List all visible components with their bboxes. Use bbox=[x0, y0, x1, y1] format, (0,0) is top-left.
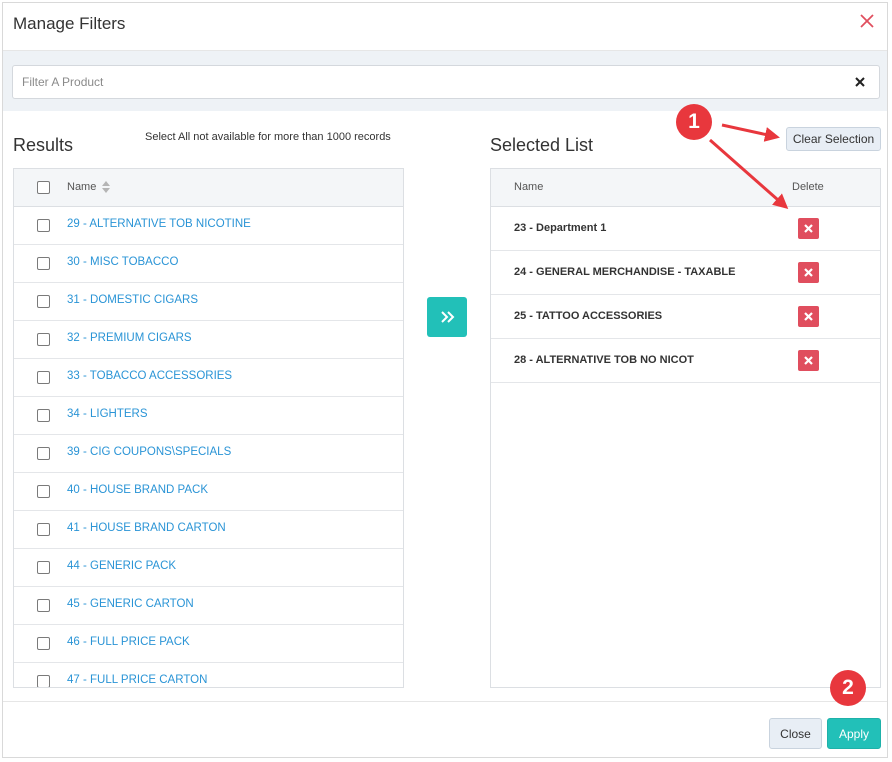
table-row: 32 - PREMIUM CIGARS bbox=[14, 321, 403, 359]
results-table: Name 29 - ALTERNATIVE TOB NICOTINE 30 - M… bbox=[13, 168, 404, 688]
selected-item-name: 25 - TATTOO ACCESSORIES bbox=[514, 310, 663, 322]
result-link[interactable]: 31 - DOMESTIC CIGARS bbox=[67, 294, 198, 306]
manage-filters-dialog: Manage Filters Results Select All not av… bbox=[2, 2, 888, 758]
result-link[interactable]: 33 - TOBACCO ACCESSORIES bbox=[67, 370, 232, 382]
result-link[interactable]: 45 - GENERIC CARTON bbox=[67, 598, 194, 610]
selected-item-name: 23 - Department 1 bbox=[514, 222, 607, 234]
result-link[interactable]: 39 - CIG COUPONS\SPECIALS bbox=[67, 446, 231, 458]
clear-selection-button[interactable]: Clear Selection bbox=[786, 127, 881, 151]
row-checkbox[interactable] bbox=[37, 675, 50, 687]
filter-product-input[interactable] bbox=[13, 66, 843, 98]
results-title: Results bbox=[13, 135, 74, 155]
result-link[interactable]: 41 - HOUSE BRAND CARTON bbox=[67, 522, 226, 534]
close-icon[interactable] bbox=[857, 11, 877, 31]
row-checkbox[interactable] bbox=[37, 333, 50, 346]
table-row: 41 - HOUSE BRAND CARTON bbox=[14, 511, 403, 549]
selected-list: 23 - Department 1 24 - GENERAL MERCHANDIS… bbox=[491, 207, 880, 383]
selected-row: 25 - TATTOO ACCESSORIES bbox=[491, 295, 880, 339]
delete-x-icon bbox=[804, 312, 813, 321]
row-checkbox[interactable] bbox=[37, 219, 50, 232]
selected-row: 24 - GENERAL MERCHANDISE - TAXABLE bbox=[491, 251, 880, 295]
result-link[interactable]: 34 - LIGHTERS bbox=[67, 408, 148, 420]
double-chevron-right-icon bbox=[441, 311, 455, 323]
row-checkbox[interactable] bbox=[37, 599, 50, 612]
selected-column-delete: Delete bbox=[792, 181, 824, 193]
table-row: 45 - GENERIC CARTON bbox=[14, 587, 403, 625]
sort-icon[interactable] bbox=[102, 181, 110, 193]
selected-table: Name Delete 23 - Department 1 24 - GENERA… bbox=[490, 168, 881, 688]
result-link[interactable]: 30 - MISC TOBACCO bbox=[67, 256, 178, 268]
selected-column-name: Name bbox=[514, 181, 544, 193]
result-link[interactable]: 29 - ALTERNATIVE TOB NICOTINE bbox=[67, 218, 251, 230]
delete-x-icon bbox=[804, 268, 813, 277]
annotation-marker-2: 2 bbox=[830, 670, 866, 706]
clear-x-icon[interactable] bbox=[853, 75, 867, 89]
selected-row: 28 - ALTERNATIVE TOB NO NICOT bbox=[491, 339, 880, 383]
result-link[interactable]: 44 - GENERIC PACK bbox=[67, 560, 176, 572]
delete-x-icon bbox=[804, 356, 813, 365]
selected-item-name: 28 - ALTERNATIVE TOB NO NICOT bbox=[514, 354, 694, 366]
row-checkbox[interactable] bbox=[37, 295, 50, 308]
dialog-footer: Close Apply bbox=[3, 701, 887, 757]
selected-row: 23 - Department 1 bbox=[491, 207, 880, 251]
table-row: 34 - LIGHTERS bbox=[14, 397, 403, 435]
annotation-marker-1: 1 bbox=[676, 104, 712, 140]
row-checkbox[interactable] bbox=[37, 447, 50, 460]
row-checkbox[interactable] bbox=[37, 409, 50, 422]
filter-bar bbox=[3, 51, 887, 111]
delete-button[interactable] bbox=[798, 350, 819, 371]
results-list: 29 - ALTERNATIVE TOB NICOTINE 30 - MISC T… bbox=[14, 207, 403, 687]
delete-button[interactable] bbox=[798, 306, 819, 327]
close-button[interactable]: Close bbox=[769, 718, 822, 749]
delete-x-icon bbox=[804, 224, 813, 233]
row-checkbox[interactable] bbox=[37, 371, 50, 384]
selected-header: Name Delete bbox=[491, 169, 880, 207]
result-link[interactable]: 32 - PREMIUM CIGARS bbox=[67, 332, 192, 344]
row-checkbox[interactable] bbox=[37, 523, 50, 536]
selected-item-name: 24 - GENERAL MERCHANDISE - TAXABLE bbox=[514, 266, 736, 278]
delete-button[interactable] bbox=[798, 262, 819, 283]
row-checkbox[interactable] bbox=[37, 485, 50, 498]
result-link[interactable]: 40 - HOUSE BRAND PACK bbox=[67, 484, 208, 496]
row-checkbox[interactable] bbox=[37, 637, 50, 650]
results-column-name[interactable]: Name bbox=[67, 181, 96, 193]
delete-button[interactable] bbox=[798, 218, 819, 239]
table-row: 46 - FULL PRICE PACK bbox=[14, 625, 403, 663]
row-checkbox[interactable] bbox=[37, 561, 50, 574]
table-row: 44 - GENERIC PACK bbox=[14, 549, 403, 587]
table-row: 29 - ALTERNATIVE TOB NICOTINE bbox=[14, 207, 403, 245]
apply-button[interactable]: Apply bbox=[827, 718, 881, 749]
row-checkbox[interactable] bbox=[37, 257, 50, 270]
table-row: 40 - HOUSE BRAND PACK bbox=[14, 473, 403, 511]
select-all-checkbox[interactable] bbox=[37, 181, 50, 194]
table-row: 30 - MISC TOBACCO bbox=[14, 245, 403, 283]
dialog-title: Manage Filters bbox=[13, 14, 126, 33]
selected-list-title: Selected List bbox=[490, 135, 594, 155]
filter-box bbox=[12, 65, 880, 99]
select-all-note: Select All not available for more than 1… bbox=[145, 131, 391, 143]
results-header: Name bbox=[14, 169, 403, 207]
result-link[interactable]: 47 - FULL PRICE CARTON bbox=[67, 674, 207, 686]
result-link[interactable]: 46 - FULL PRICE PACK bbox=[67, 636, 190, 648]
table-row: 47 - FULL PRICE CARTON bbox=[14, 663, 403, 687]
add-to-selection-button[interactable] bbox=[427, 297, 467, 337]
dialog-header: Manage Filters bbox=[3, 3, 887, 51]
table-row: 31 - DOMESTIC CIGARS bbox=[14, 283, 403, 321]
table-row: 39 - CIG COUPONS\SPECIALS bbox=[14, 435, 403, 473]
table-row: 33 - TOBACCO ACCESSORIES bbox=[14, 359, 403, 397]
